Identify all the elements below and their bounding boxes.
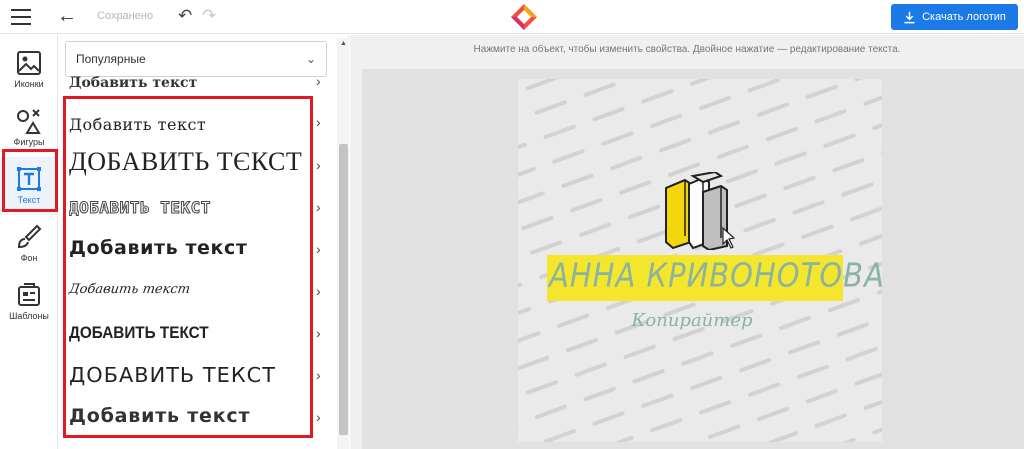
rail-item-label: Фигуры xyxy=(13,137,45,147)
chevron-down-icon: ⌄ xyxy=(305,52,316,66)
redo-icon[interactable]: ↷ xyxy=(202,6,216,26)
brand-logo-icon[interactable] xyxy=(510,3,538,31)
logo-name-text[interactable]: АННА КРИВОНОТОВА xyxy=(549,255,884,294)
logo-subtitle-text[interactable]: Копирайтер xyxy=(560,310,824,331)
chevron-right-icon[interactable]: › xyxy=(316,283,321,299)
menu-icon[interactable] xyxy=(11,9,31,25)
save-status: Сохранено xyxy=(97,10,154,22)
chevron-right-icon[interactable]: › xyxy=(316,409,321,425)
chevron-right-icon[interactable]: › xyxy=(316,157,321,173)
chevron-right-icon[interactable]: › xyxy=(316,325,321,341)
category-dropdown[interactable]: Популярные ⌄ xyxy=(65,41,327,77)
brush-icon xyxy=(17,224,42,249)
download-logo-label: Скачать логотип xyxy=(922,11,1006,23)
rail-item-icons[interactable]: Иконки xyxy=(0,41,58,99)
chevron-right-icon[interactable]: › xyxy=(316,241,321,257)
download-icon xyxy=(904,11,915,23)
back-arrow-icon[interactable]: ← xyxy=(57,5,77,27)
templates-icon xyxy=(18,283,40,306)
image-icon xyxy=(17,51,41,75)
top-bar: ← Сохранено ↶ ↷ Скачать логотип xyxy=(0,0,1024,34)
shapes-icon xyxy=(17,109,41,134)
chevron-right-icon[interactable]: › xyxy=(316,74,321,88)
scrollbar-thumb[interactable] xyxy=(339,144,348,435)
download-logo-button[interactable]: Скачать логотип xyxy=(891,4,1018,30)
rail-item-templates[interactable]: Шаблоны xyxy=(0,273,58,331)
chevron-right-icon[interactable]: › xyxy=(316,114,321,130)
editor-hint: Нажмите на объект, чтобы изменить свойст… xyxy=(473,44,901,55)
books-logo-icon[interactable] xyxy=(663,172,735,250)
chevron-right-icon[interactable]: › xyxy=(316,367,321,383)
undo-icon[interactable]: ↶ xyxy=(178,6,192,26)
chevron-right-icon[interactable]: › xyxy=(316,199,321,215)
rail-item-label: Фон xyxy=(20,253,38,263)
text-style-item[interactable]: Добавить текст xyxy=(69,76,317,89)
rail-item-background[interactable]: Фон xyxy=(0,215,58,273)
rail-item-label: Шаблоны xyxy=(9,311,49,321)
highlight-frame xyxy=(2,149,58,212)
scroll-up-icon[interactable]: ▲ xyxy=(340,40,347,47)
tool-rail: Иконки Фигуры Текст Фон Шаблоны xyxy=(0,35,58,449)
category-dropdown-value: Популярные xyxy=(76,52,146,66)
rail-item-label: Иконки xyxy=(14,79,44,89)
highlight-frame xyxy=(63,96,313,438)
